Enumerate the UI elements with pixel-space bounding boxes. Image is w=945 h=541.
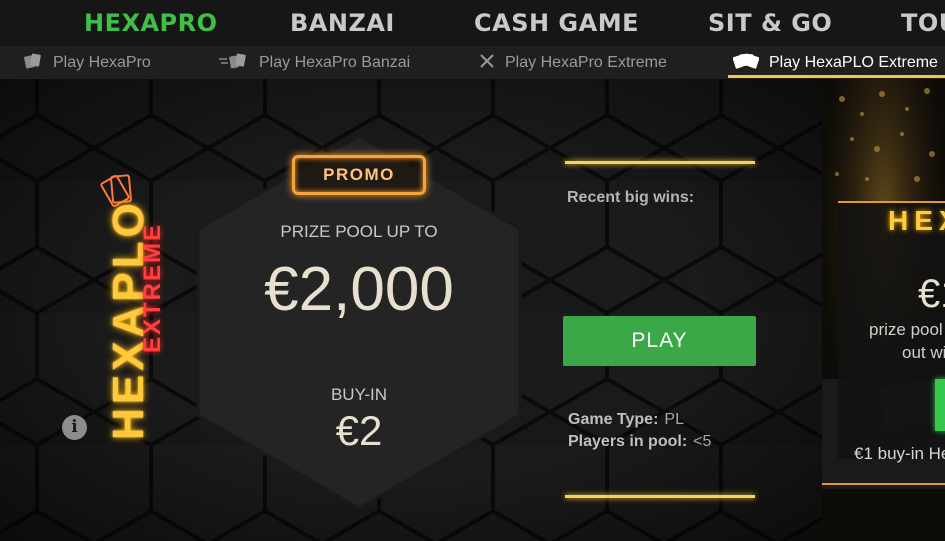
- tab-banzai[interactable]: BANZAI: [290, 9, 395, 37]
- side-banner-caption: €1 buy-in He: [854, 444, 945, 463]
- tab-tournaments[interactable]: TOU: [901, 9, 945, 37]
- prize-pool-label: PRIZE POOL UP TO: [280, 222, 438, 241]
- logo-extreme-text: EXTREME: [139, 222, 166, 353]
- players-key: Players in pool:: [568, 433, 688, 450]
- info-icon[interactable]: i: [62, 415, 87, 440]
- top-divider: [565, 161, 755, 164]
- side-banner-line2: out wi: [902, 343, 945, 362]
- side-promo-banner[interactable]: HEX €1 prize pool out wi €1 buy-in He: [822, 79, 945, 541]
- game-type-row: Game Type: PL: [568, 411, 684, 429]
- tab-hexapro[interactable]: HEXAPRO: [84, 9, 218, 37]
- side-banner-title: HEX: [888, 205, 945, 236]
- tab-cash-game[interactable]: CASH GAME: [474, 9, 639, 37]
- crossed-swords-icon: [479, 53, 495, 74]
- subnav-play-hexapro[interactable]: Play HexaPro: [23, 53, 151, 73]
- buy-in-value: €2: [335, 407, 383, 454]
- game-type-key: Game Type:: [568, 411, 659, 428]
- subnav-label: Play HexaPro: [53, 54, 151, 71]
- players-value: <5: [693, 433, 712, 450]
- bottom-divider: [565, 495, 755, 498]
- subnav-play-hexapro-banzai[interactable]: Play HexaPro Banzai: [219, 53, 410, 73]
- subnav-label: Play HexaPro Extreme: [505, 54, 667, 71]
- recent-wins-label: Recent big wins:: [567, 189, 695, 206]
- side-banner-amount: €1: [918, 272, 945, 316]
- promo-badge: PROMO: [292, 155, 426, 195]
- active-subnav-indicator: [728, 75, 945, 78]
- top-navigation: HEXAPRO BANZAI CASH GAME SIT & GO TOU: [0, 0, 945, 46]
- subnav-label: Play HexaPLO Extreme: [769, 54, 938, 71]
- subnav-play-hexaplo-extreme[interactable]: Play HexaPLO Extreme: [732, 53, 938, 74]
- subnav-label: Play HexaPro Banzai: [259, 54, 411, 71]
- side-banner-green-mark: [935, 379, 945, 431]
- tab-sit-and-go[interactable]: SIT & GO: [708, 9, 832, 37]
- buy-in-label: BUY-IN: [330, 385, 388, 404]
- players-row: Players in pool: <5: [568, 433, 711, 451]
- prize-pool-value: €2,000: [264, 255, 454, 324]
- plo-cards-icon: [732, 53, 760, 74]
- play-button[interactable]: PLAY: [563, 316, 756, 366]
- subnav-play-hexapro-extreme[interactable]: Play HexaPro Extreme: [479, 53, 667, 73]
- game-type-value: PL: [664, 411, 684, 428]
- cards-speed-icon: [219, 53, 249, 74]
- cards-icon: [23, 53, 43, 74]
- side-banner-line1: prize pool: [869, 320, 943, 339]
